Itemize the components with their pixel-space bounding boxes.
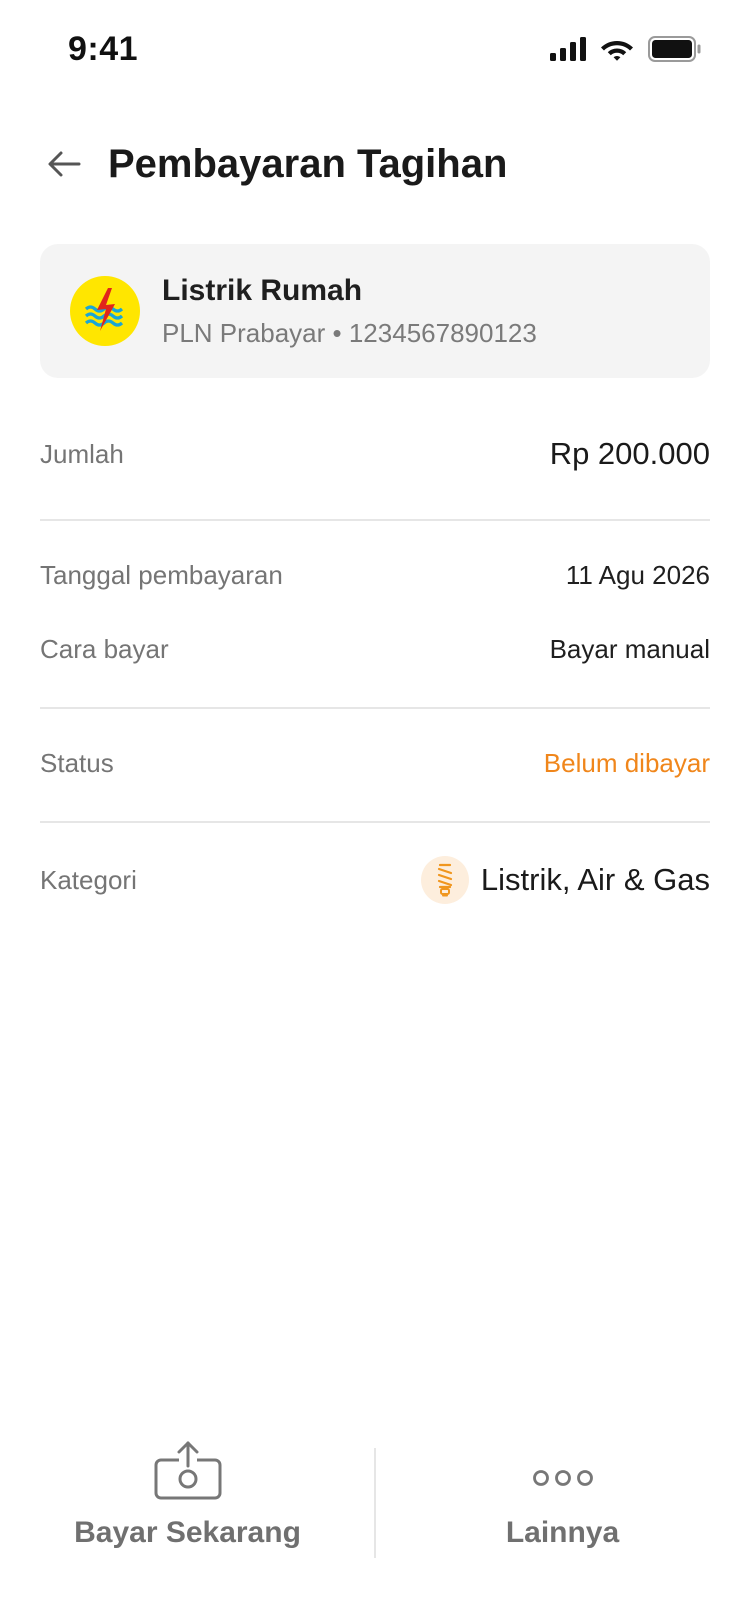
pln-logo-icon — [70, 276, 140, 346]
upload-money-icon — [154, 1441, 221, 1500]
bottom-action-bar: Bayar Sekarang Lainnya — [0, 1440, 750, 1570]
status-value: Belum dibayar — [543, 748, 710, 778]
divider — [40, 821, 710, 823]
pay-now-label: Bayar Sekarang — [74, 1516, 301, 1549]
biller-info: Listrik Rumah PLN Prabayar • 12345678901… — [162, 274, 537, 349]
amount-label: Jumlah — [40, 438, 124, 469]
biller-name: Listrik Rumah — [162, 273, 363, 307]
status-label: Status — [40, 748, 114, 778]
category-label: Kategori — [40, 864, 137, 895]
wifi-icon — [601, 41, 633, 61]
payment-date-value: 11 Agu 2026 — [565, 560, 710, 590]
category-text: Listrik, Air & Gas — [480, 862, 710, 897]
payment-method-row: Cara bayar Bayar manual — [40, 634, 710, 665]
page-title: Pembayaran Tagihan — [108, 141, 508, 186]
header: Pembayaran Tagihan — [40, 128, 710, 200]
status-time: 9:41 — [68, 30, 139, 68]
lightbulb-icon — [420, 856, 469, 904]
payment-method-value: Bayar manual — [549, 634, 710, 664]
more-dots-icon — [532, 1470, 593, 1486]
signal-icon — [550, 37, 586, 61]
more-button[interactable]: Lainnya — [375, 1440, 750, 1570]
battery-icon — [648, 36, 701, 62]
biller-subtitle: PLN Prabayar • 1234567890123 — [162, 317, 537, 348]
category-row[interactable]: Kategori Listrik, Air & Gas — [40, 856, 710, 904]
back-button[interactable] — [40, 140, 88, 188]
amount-value: Rp 200.000 — [549, 436, 710, 471]
status-bar: 9:41 — [0, 0, 750, 100]
divider — [40, 707, 710, 709]
payment-date-label: Tanggal pembayaran — [40, 560, 283, 590]
pay-now-button[interactable]: Bayar Sekarang — [0, 1440, 375, 1570]
category-value: Listrik, Air & Gas — [420, 856, 710, 904]
more-label: Lainnya — [505, 1516, 620, 1549]
status-row: Status Belum dibayar — [40, 748, 710, 779]
divider — [40, 519, 710, 521]
bill-payment-screen: 9:41 Pembayaran Tagihan Listrik Rumah PL… — [0, 0, 750, 1624]
payment-method-label: Cara bayar — [40, 634, 169, 664]
biller-card[interactable]: Listrik Rumah PLN Prabayar • 12345678901… — [40, 244, 710, 378]
payment-date-row: Tanggal pembayaran 11 Agu 2026 — [40, 560, 710, 591]
arrow-left-icon — [48, 151, 81, 177]
amount-row: Jumlah Rp 200.000 — [40, 436, 710, 472]
status-icons — [550, 36, 702, 62]
